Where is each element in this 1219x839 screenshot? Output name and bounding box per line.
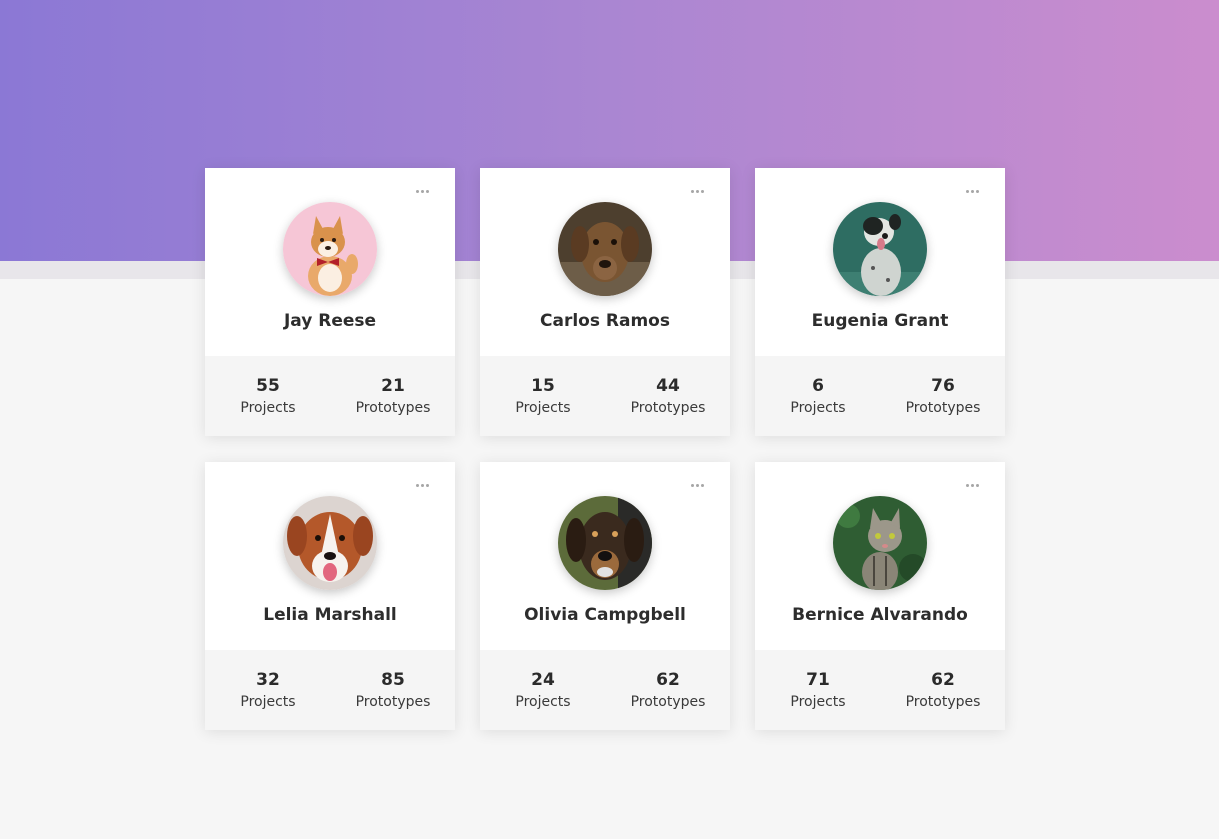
projects-label: Projects [515,400,571,416]
prototypes-label: Prototypes [905,694,981,710]
prototypes-count: 76 [931,376,955,396]
avatar [833,496,927,590]
projects-count: 55 [256,376,280,396]
profile-name: Lelia Marshall [263,605,397,625]
projects-count: 71 [806,670,830,690]
more-dots-icon[interactable] [416,188,430,194]
stats-panel: 24 Projects 62 Prototypes [480,650,730,730]
projects-count: 24 [531,670,555,690]
profile-card: Bernice Alvarando 71 Projects 62 Prototy… [755,462,1005,730]
dog-photo-icon [283,202,377,296]
projects-label: Projects [790,694,846,710]
prototypes-count: 62 [931,670,955,690]
prototypes-label: Prototypes [355,694,431,710]
cat-photo-icon [833,496,927,590]
prototypes-stat: 76 Prototypes [888,375,998,418]
stats-panel: 71 Projects 62 Prototypes [755,650,1005,730]
projects-label: Projects [515,694,571,710]
projects-count: 6 [812,376,824,396]
profile-card: Lelia Marshall 32 Projects 85 Prototypes [205,462,455,730]
prototypes-stat: 85 Prototypes [338,669,448,712]
more-dots-icon[interactable] [966,188,980,194]
stats-panel: 6 Projects 76 Prototypes [755,356,1005,436]
more-dots-icon[interactable] [691,188,705,194]
projects-stat: 55 Projects [213,375,323,418]
projects-stat: 15 Projects [488,375,598,418]
projects-count: 32 [256,670,280,690]
profile-card: Carlos Ramos 15 Projects 44 Prototypes [480,168,730,436]
avatar [833,202,927,296]
avatar [283,202,377,296]
projects-label: Projects [790,400,846,416]
prototypes-count: 21 [381,376,405,396]
dog-photo-icon [558,496,652,590]
more-dots-icon[interactable] [416,482,430,488]
prototypes-count: 44 [656,376,680,396]
prototypes-count: 85 [381,670,405,690]
prototypes-stat: 44 Prototypes [613,375,723,418]
dog-photo-icon [283,496,377,590]
stats-panel: 55 Projects 21 Prototypes [205,356,455,436]
profile-grid: Jay Reese 55 Projects 21 Prototypes Carl… [205,168,1005,730]
projects-stat: 24 Projects [488,669,598,712]
more-dots-icon[interactable] [691,482,705,488]
dog-photo-icon [833,202,927,296]
projects-label: Projects [240,400,296,416]
prototypes-stat: 62 Prototypes [888,669,998,712]
avatar [283,496,377,590]
projects-stat: 32 Projects [213,669,323,712]
stats-panel: 15 Projects 44 Prototypes [480,356,730,436]
profile-card: Jay Reese 55 Projects 21 Prototypes [205,168,455,436]
prototypes-label: Prototypes [355,400,431,416]
prototypes-label: Prototypes [905,400,981,416]
avatar [558,496,652,590]
prototypes-stat: 21 Prototypes [338,375,448,418]
prototypes-label: Prototypes [630,400,706,416]
profile-name: Jay Reese [283,311,377,331]
dog-photo-icon [558,202,652,296]
more-dots-icon[interactable] [966,482,980,488]
profile-card: Olivia Campgbell 24 Projects 62 Prototyp… [480,462,730,730]
profile-card: Eugenia Grant 6 Projects 76 Prototypes [755,168,1005,436]
profile-name: Carlos Ramos [540,311,670,331]
projects-stat: 6 Projects [763,375,873,418]
avatar [558,202,652,296]
projects-label: Projects [240,694,296,710]
prototypes-stat: 62 Prototypes [613,669,723,712]
profile-name: Olivia Campgbell [524,605,686,625]
prototypes-count: 62 [656,670,680,690]
projects-count: 15 [531,376,555,396]
prototypes-label: Prototypes [630,694,706,710]
profile-name: Eugenia Grant [811,311,949,331]
projects-stat: 71 Projects [763,669,873,712]
profile-name: Bernice Alvarando [792,605,968,625]
stats-panel: 32 Projects 85 Prototypes [205,650,455,730]
